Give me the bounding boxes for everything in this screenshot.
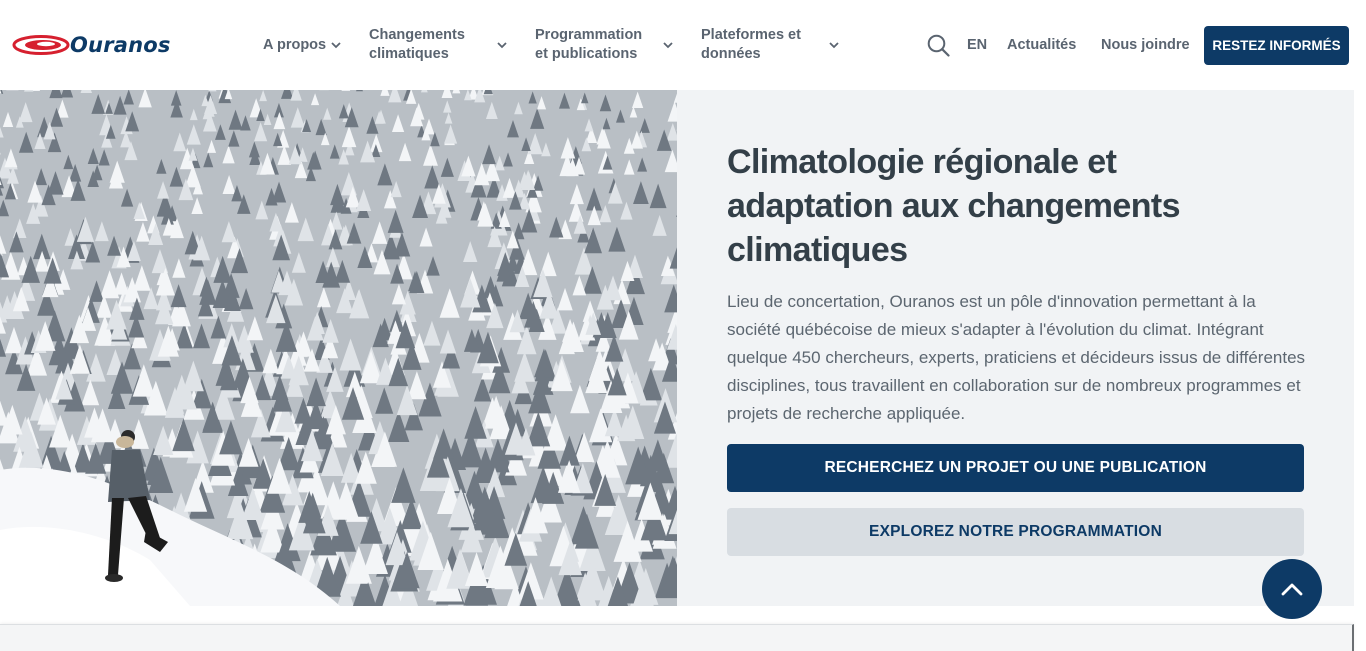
nav-item-a-propos[interactable]: A propos [263, 0, 353, 90]
chevron-down-icon [663, 41, 673, 49]
hero-image [0, 90, 677, 606]
next-section [0, 624, 1354, 651]
chevron-down-icon [331, 41, 341, 49]
language-toggle[interactable]: EN [967, 37, 987, 53]
ouranos-logo[interactable]: Ouranos [12, 30, 180, 60]
nav-item-label: Programmation et publications [535, 27, 643, 62]
chevron-down-icon [497, 41, 507, 49]
chevron-up-icon [1281, 583, 1303, 596]
subscribe-button[interactable]: RESTEZ INFORMÉS [1204, 26, 1349, 65]
nav-item-label: A propos [263, 36, 327, 53]
nav-item-changements-climatiques[interactable]: Changements climatiques [369, 0, 519, 90]
hero-title: Climatologie régionale et adaptation aux… [727, 143, 1181, 269]
news-link[interactable]: Actualités [1007, 37, 1076, 53]
snowy-forest-hiker-photo [0, 90, 677, 606]
scroll-to-top-button[interactable] [1262, 559, 1322, 619]
hero-description: Lieu de concertation, Ouranos est un pôl… [727, 292, 1306, 423]
nav-item-plateformes-donnees[interactable]: Plateformes et données [701, 0, 851, 90]
chevron-down-icon [829, 41, 839, 49]
explore-program-button[interactable]: EXPLOREZ NOTRE PROGRAMMATION [727, 508, 1304, 556]
logo-swirl-icon [12, 35, 70, 55]
logo-text: Ouranos [70, 33, 171, 57]
nav-item-label: Plateformes et données [701, 27, 801, 62]
contact-link[interactable]: Nous joindre [1101, 37, 1190, 53]
page-edge [1354, 90, 1366, 651]
site-header: Ouranos A propos Changements climatiques… [0, 0, 1366, 90]
search-icon[interactable] [927, 34, 950, 57]
nav-item-programmation-publications[interactable]: Programmation et publications [535, 0, 685, 90]
search-project-button[interactable]: RECHERCHEZ UN PROJET OU UNE PUBLICATION [727, 444, 1304, 492]
nav-item-label: Changements climatiques [369, 27, 465, 62]
